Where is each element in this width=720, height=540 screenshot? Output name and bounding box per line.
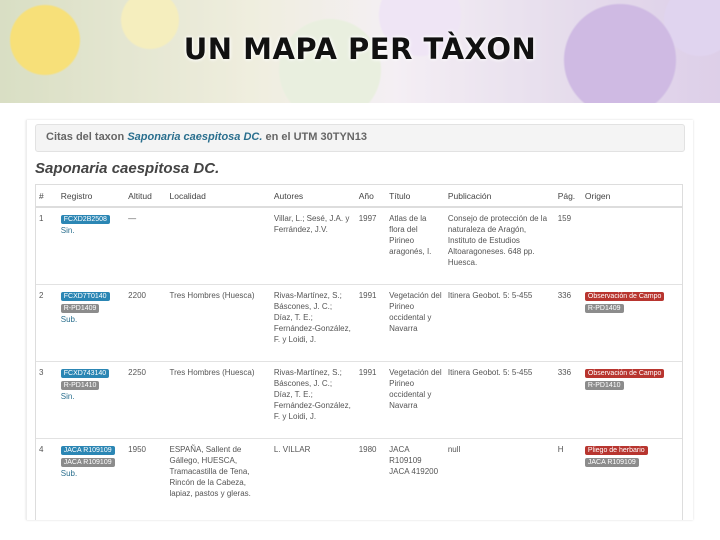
registro-cell: FCXD2B2508 Sin. [57, 206, 126, 285]
row-number: 4 [36, 438, 58, 519]
registro-badge[interactable]: JACA R109109 [60, 458, 115, 467]
registro-badge[interactable]: FCXD2B2508 [60, 215, 110, 224]
titulo-cell: JACA R109109 JACA 419200 [386, 438, 445, 519]
registro-detail-link[interactable]: Sub. [61, 468, 122, 479]
app-screenshot: Citas del taxon Saponaria caespitosa DC.… [26, 120, 693, 520]
column-header: # [36, 185, 58, 208]
citations-table-wrap: # Registro Altitud Localidad Autores Año… [35, 184, 683, 520]
anio-cell: 1980 [355, 438, 387, 519]
registro-detail-link[interactable]: Sin. [61, 391, 122, 402]
origen-badge[interactable]: R-PD1410 [584, 381, 624, 390]
table-header-row: # Registro Altitud Localidad Autores Año… [36, 185, 682, 208]
breadcrumb-utm: 30TYN13 [320, 131, 367, 143]
row-number: 3 [36, 361, 58, 439]
breadcrumb: Citas del taxon Saponaria caespitosa DC.… [35, 124, 685, 152]
publicacion-cell: null [444, 438, 555, 519]
altitud-cell: 1950 [125, 438, 167, 519]
autores-cell: Villar, L.; Sesé, J.A. y Ferrández, J.V. [270, 206, 356, 285]
titulo-cell: Vegetación del Pirineo occidental y Nava… [386, 284, 445, 362]
origen-badge[interactable]: Observación de Campo [584, 369, 665, 378]
pagina-cell: 159 [554, 206, 582, 285]
origen-cell: Pliego de herbario JACA R109109 [581, 438, 682, 519]
column-header[interactable]: Registro [57, 185, 126, 208]
registro-detail-link[interactable]: Sin. [61, 225, 122, 236]
table-row: 4 JACA R109109 JACA R109109 Sub. 1950 ES… [36, 438, 682, 519]
origen-cell: Observación de Campo R-PD1409 [581, 284, 682, 362]
titulo-cell: Vegetación del Pirineo occidental y Nava… [386, 361, 445, 439]
column-header[interactable]: Pág. [554, 185, 582, 208]
titulo-cell: Atlas de la flora del Pirineo aragonés, … [386, 206, 445, 285]
table-row: 2 FCXD7T0140 R-PD1409 Sub. 2200 Tres Hom… [36, 284, 682, 362]
column-header[interactable]: Publicación [444, 185, 555, 208]
autores-cell: Rivas-Martínez, S.; Báscones, J. C.; Día… [270, 284, 356, 362]
column-header[interactable]: Año [355, 185, 387, 208]
origen-badge[interactable]: Observación de Campo [584, 292, 665, 301]
table-row: 3 FCXD743140 R-PD1410 Sin. 2250 Tres Hom… [36, 361, 682, 439]
registro-badge[interactable]: R-PD1410 [60, 381, 100, 390]
registro-cell: FCXD743140 R-PD1410 Sin. [57, 361, 126, 439]
registro-badge[interactable]: JACA R109109 [60, 446, 115, 455]
row-number: 2 [36, 284, 58, 362]
column-header[interactable]: Altitud [125, 185, 167, 208]
column-header[interactable]: Título [386, 185, 445, 208]
registro-cell: FCXD7T0140 R-PD1409 Sub. [57, 284, 126, 362]
pagina-cell: 336 [554, 361, 582, 439]
slide-title: UN MAPA PER TÀXON [183, 32, 537, 66]
autores-cell: L. VILLAR [270, 438, 356, 519]
localidad-cell: ESPAÑA, Sallent de Gállego, HUESCA, Tram… [166, 438, 271, 519]
origen-badge[interactable]: R-PD1409 [584, 304, 624, 313]
autores-cell: Rivas-Martínez, S.; Báscones, J. C.; Día… [270, 361, 356, 439]
localidad-cell: Tres Hombres (Huesca) [166, 361, 271, 439]
table-row: 1 FCXD2B2508 Sin. — Villar, L.; Sesé, J.… [36, 206, 682, 285]
row-number: 1 [36, 206, 58, 285]
column-header[interactable]: Localidad [166, 185, 271, 208]
localidad-cell [166, 206, 271, 285]
column-header[interactable]: Autores [270, 185, 356, 208]
anio-cell: 1997 [355, 206, 387, 285]
altitud-cell: 2250 [125, 361, 167, 439]
publicacion-cell: Consejo de protección de la naturaleza d… [444, 206, 555, 285]
origen-cell [581, 206, 682, 285]
anio-cell: 1991 [355, 284, 387, 362]
publicacion-cell: Itinera Geobot. 5: 5-455 [444, 361, 555, 439]
registro-detail-link[interactable]: Sub. [61, 314, 122, 325]
breadcrumb-taxon-link[interactable]: Saponaria caespitosa DC. [127, 131, 262, 143]
registro-badge[interactable]: R-PD1409 [60, 304, 100, 313]
origen-badge[interactable]: Pliego de herbario [584, 446, 648, 455]
breadcrumb-middle: en el UTM [265, 131, 318, 143]
localidad-cell: Tres Hombres (Huesca) [166, 284, 271, 362]
altitud-cell: 2200 [125, 284, 167, 362]
page-title: Saponaria caespitosa DC. [35, 160, 220, 177]
registro-badge[interactable]: FCXD743140 [60, 369, 110, 378]
origen-badge[interactable]: JACA R109109 [584, 458, 639, 467]
breadcrumb-prefix: Citas del taxon [46, 131, 125, 143]
pagina-cell: 336 [554, 284, 582, 362]
citations-table: # Registro Altitud Localidad Autores Año… [36, 185, 682, 519]
origen-cell: Observación de Campo R-PD1410 [581, 361, 682, 439]
altitud-cell: — [125, 206, 167, 285]
publicacion-cell: Itinera Geobot. 5: 5-455 [444, 284, 555, 362]
anio-cell: 1991 [355, 361, 387, 439]
column-header[interactable]: Origen [581, 185, 682, 208]
registro-badge[interactable]: FCXD7T0140 [60, 292, 110, 301]
registro-cell: JACA R109109 JACA R109109 Sub. [57, 438, 126, 519]
pagina-cell: H [554, 438, 582, 519]
